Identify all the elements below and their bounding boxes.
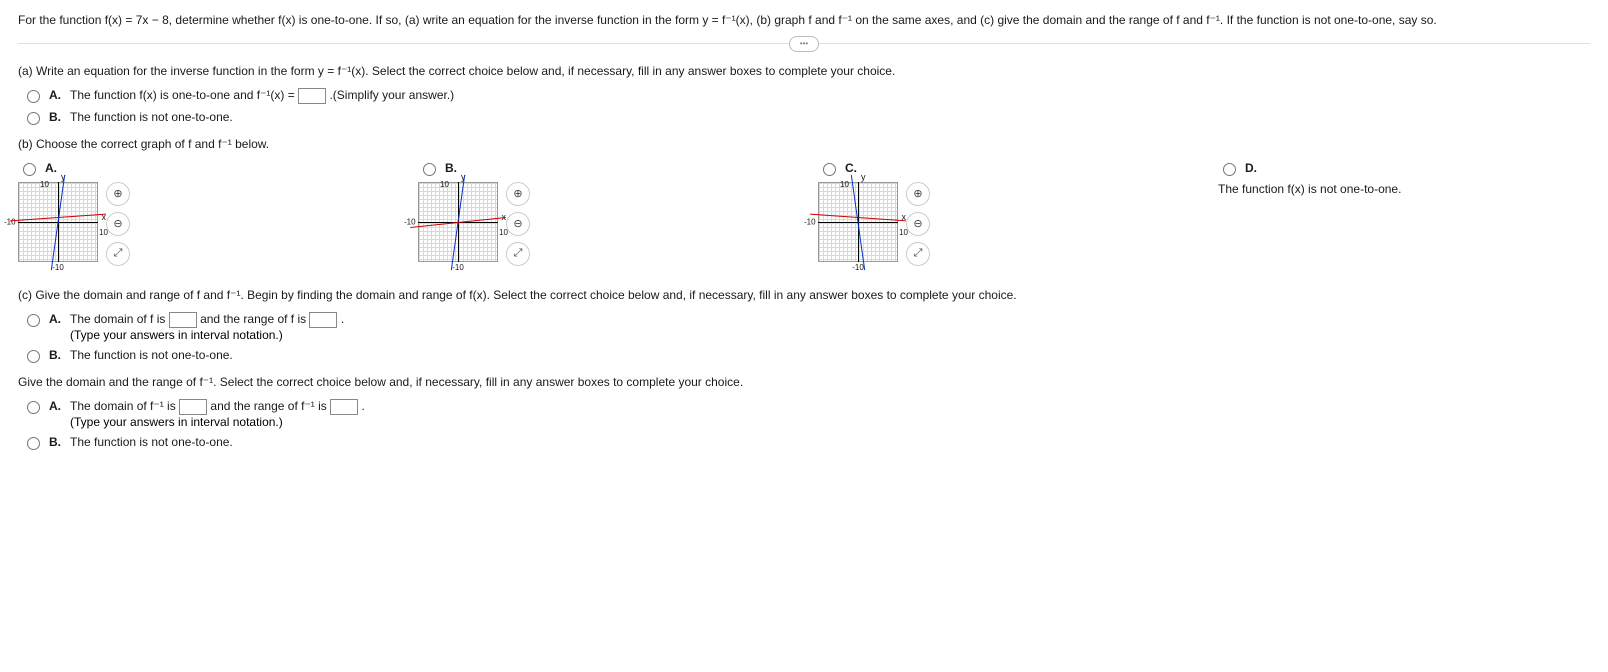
expand-icon[interactable]: ⤢: [506, 242, 530, 266]
tick: -10: [4, 217, 16, 226]
expand-icon[interactable]: ⤢: [106, 242, 130, 266]
text: The domain of f⁻¹ is: [70, 399, 179, 413]
part-c1-choice-a-radio[interactable]: [27, 314, 40, 327]
choice-body: The domain of f is and the range of f is…: [70, 312, 344, 342]
choice-label: A.: [49, 399, 64, 413]
domain-f-input[interactable]: [169, 312, 197, 328]
choice-label: B.: [49, 435, 64, 449]
tick: -10: [852, 263, 864, 272]
zoom-out-icon[interactable]: ⊖: [906, 212, 930, 236]
tick: -10: [52, 263, 64, 272]
part-b-choice-b-radio[interactable]: [423, 163, 436, 176]
range-f-input[interactable]: [309, 312, 337, 328]
zoom-in-icon[interactable]: ⊕: [106, 182, 130, 206]
tick: 10: [499, 228, 508, 237]
choice-label: B.: [445, 161, 460, 175]
text: .: [341, 312, 344, 326]
choice-label: D.: [1245, 161, 1260, 175]
part-a-choice-b-radio[interactable]: [27, 112, 40, 125]
part-c1-choice-b-radio[interactable]: [27, 350, 40, 363]
part-c2-choice-a-radio[interactable]: [27, 401, 40, 414]
section-divider: •••: [18, 43, 1590, 44]
y-axis-label: y: [861, 172, 866, 182]
choice-label: B.: [49, 348, 64, 362]
text: and the range of f is: [200, 312, 309, 326]
choice-label: B.: [49, 110, 64, 124]
expand-icon[interactable]: ⤢: [906, 242, 930, 266]
graph-b: y x -10 10 10 -10: [418, 182, 498, 262]
part-a-choice-a-radio[interactable]: [27, 90, 40, 103]
tick: 10: [840, 180, 849, 189]
zoom-out-icon[interactable]: ⊖: [106, 212, 130, 236]
part-b-choice-d-radio[interactable]: [1223, 163, 1236, 176]
graph-choice-group: A. y x -10 10 10 -10 ⊕ ⊖ ⤢: [18, 161, 1590, 266]
tick: 10: [899, 228, 908, 237]
graph-choice-a: A. y x -10 10 10 -10 ⊕ ⊖ ⤢: [18, 161, 408, 266]
domain-finv-input[interactable]: [179, 399, 207, 415]
choice-label: C.: [845, 161, 860, 175]
text: The domain of f is: [70, 312, 169, 326]
graph-choice-c: C. y x -10 10 10 -10 ⊕ ⊖ ⤢: [818, 161, 1208, 266]
choice-label: A.: [49, 88, 64, 102]
zoom-in-icon[interactable]: ⊕: [506, 182, 530, 206]
zoom-out-icon[interactable]: ⊖: [506, 212, 530, 236]
part-b-prompt: (b) Choose the correct graph of f and f⁻…: [18, 137, 1590, 151]
simplify-hint: .(Simplify your answer.): [329, 88, 454, 102]
inverse-expression-input[interactable]: [298, 88, 326, 104]
text: .: [361, 399, 364, 413]
part-c2-choice-b-radio[interactable]: [27, 437, 40, 450]
graph-choice-d: D. The function f(x) is not one-to-one.: [1218, 161, 1608, 266]
graph-a: y x -10 10 10 -10: [18, 182, 98, 262]
choice-b-text: The function is not one-to-one.: [70, 348, 233, 362]
interval-note: (Type your answers in interval notation.…: [70, 328, 283, 342]
choice-d-text: The function f(x) is not one-to-one.: [1218, 182, 1608, 196]
tick: 10: [440, 180, 449, 189]
text: The function f(x) is one-to-one and f⁻¹(…: [70, 88, 298, 102]
graph-c: y x -10 10 10 -10: [818, 182, 898, 262]
part-b-choice-c-radio[interactable]: [823, 163, 836, 176]
tick: -10: [404, 217, 416, 226]
choice-body: The domain of f⁻¹ is and the range of f⁻…: [70, 399, 365, 429]
more-icon[interactable]: •••: [789, 36, 819, 52]
graph-choice-b: B. y x -10 10 10 -10 ⊕ ⊖ ⤢: [418, 161, 808, 266]
interval-note: (Type your answers in interval notation.…: [70, 415, 283, 429]
text: and the range of f⁻¹ is: [210, 399, 330, 413]
tick: -10: [452, 263, 464, 272]
choice-b-text: The function is not one-to-one.: [70, 110, 233, 124]
part-c-prompt-1: (c) Give the domain and range of f and f…: [18, 288, 1590, 302]
range-finv-input[interactable]: [330, 399, 358, 415]
zoom-in-icon[interactable]: ⊕: [906, 182, 930, 206]
choice-a-text: The function f(x) is one-to-one and f⁻¹(…: [70, 88, 454, 104]
part-a-prompt: (a) Write an equation for the inverse fu…: [18, 64, 1590, 78]
tick: 10: [40, 180, 49, 189]
tick: 10: [99, 228, 108, 237]
choice-label: A.: [49, 312, 64, 326]
choice-b-text: The function is not one-to-one.: [70, 435, 233, 449]
choice-label: A.: [45, 161, 60, 175]
part-c-prompt-2: Give the domain and the range of f⁻¹. Se…: [18, 375, 1590, 389]
problem-statement: For the function f(x) = 7x − 8, determin…: [18, 12, 1590, 29]
part-b-choice-a-radio[interactable]: [23, 163, 36, 176]
tick: -10: [804, 217, 816, 226]
